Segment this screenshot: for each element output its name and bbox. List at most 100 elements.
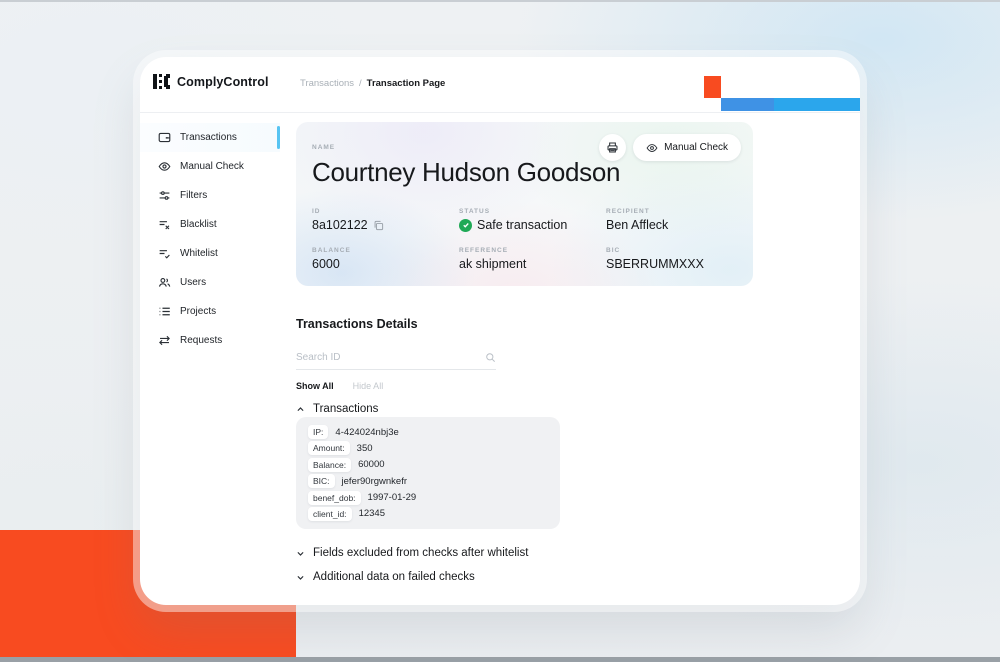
decor-orange-square xyxy=(704,76,721,98)
search-icon[interactable] xyxy=(485,352,496,363)
breadcrumb-current: Transaction Page xyxy=(367,78,446,89)
manual-check-button[interactable]: Manual Check xyxy=(633,134,741,161)
field-reference: REFERENCE ak shipment xyxy=(459,247,606,271)
field-key-pill: Balance: xyxy=(308,458,351,472)
brand-logo[interactable]: ComplyControl xyxy=(153,74,269,89)
field-label: REFERENCE xyxy=(459,247,606,254)
sidebar-item-label: Transactions xyxy=(180,132,237,143)
list-check-icon xyxy=(158,247,171,260)
search-input[interactable] xyxy=(296,345,485,369)
sidebar-item-label: Whitelist xyxy=(180,248,218,259)
section-label: Transactions xyxy=(313,403,378,415)
app-window: ComplyControl Transactions / Transaction… xyxy=(140,57,860,605)
transfer-arrows-icon xyxy=(158,334,171,347)
chevron-down-icon xyxy=(296,573,305,582)
users-icon xyxy=(158,276,171,289)
complycontrol-logo-icon xyxy=(153,74,170,89)
field-value: 6000 xyxy=(312,257,459,271)
field-id: ID 8a102122 xyxy=(312,208,459,232)
transactions-field-list: IP: 4-424024nbj3e Amount: 350 Balance: 6… xyxy=(296,417,560,529)
sidebar-item-label: Users xyxy=(180,277,206,288)
section-transactions[interactable]: Transactions xyxy=(296,403,378,415)
field-label: STATUS xyxy=(459,208,606,215)
sidebar-item-label: Projects xyxy=(180,306,216,317)
list-item: BIC: jefer90rgwnkefr xyxy=(308,474,548,488)
hero-actions: Manual Check xyxy=(599,134,741,161)
transaction-fields-grid: ID 8a102122 STATUS Safe transacti xyxy=(312,208,737,271)
field-value: 1997-01-29 xyxy=(368,492,417,503)
sidebar-item-label: Requests xyxy=(180,335,222,346)
sidebar-item-requests[interactable]: Requests xyxy=(140,326,280,355)
field-recipient: RECIPIENT Ben Affleck xyxy=(606,208,737,232)
list-item: Balance: 60000 xyxy=(308,458,548,472)
show-all-link[interactable]: Show All xyxy=(296,381,334,391)
section-excluded-fields[interactable]: Fields excluded from checks after whitel… xyxy=(296,547,528,559)
copy-id-button[interactable] xyxy=(373,220,384,231)
field-label: BIC xyxy=(606,247,737,254)
decor-blue-bar xyxy=(721,98,860,111)
field-value: 12345 xyxy=(359,508,385,519)
transaction-summary-card: NAME Courtney Hudson Goodson Manual Chec… xyxy=(296,122,753,286)
section-additional-data[interactable]: Additional data on failed checks xyxy=(296,571,475,583)
field-key-pill: benef_dob: xyxy=(308,491,361,505)
sidebar-item-blacklist[interactable]: Blacklist xyxy=(140,210,280,239)
breadcrumb-parent[interactable]: Transactions xyxy=(300,78,354,89)
field-value: 350 xyxy=(357,443,373,454)
eye-icon xyxy=(158,160,171,173)
chevron-up-icon xyxy=(296,405,305,414)
chevron-down-icon xyxy=(296,549,305,558)
field-bic: BIC SBERRUMMXXX xyxy=(606,247,737,271)
field-value: 4-424024nbj3e xyxy=(335,427,398,438)
name-label: NAME xyxy=(312,144,335,151)
sidebar-item-projects[interactable]: Projects xyxy=(140,297,280,326)
field-value: SBERRUMMXXX xyxy=(606,257,737,271)
list-item: IP: 4-424024nbj3e xyxy=(308,425,548,439)
app-header: ComplyControl Transactions / Transaction… xyxy=(140,57,860,113)
list-x-icon xyxy=(158,218,171,231)
copy-icon xyxy=(373,220,384,231)
field-value: jefer90rgwnkefr xyxy=(342,476,407,487)
field-balance: BALANCE 6000 xyxy=(312,247,459,271)
section-label: Fields excluded from checks after whitel… xyxy=(313,547,528,559)
bottom-border-strip xyxy=(0,657,1000,662)
search-field xyxy=(296,345,496,370)
list-icon xyxy=(158,305,171,318)
sidebar-item-users[interactable]: Users xyxy=(140,268,280,297)
sidebar-item-transactions[interactable]: Transactions xyxy=(140,123,280,152)
field-key-pill: BIC: xyxy=(308,474,335,488)
breadcrumb-separator: / xyxy=(359,78,362,89)
sidebar-item-whitelist[interactable]: Whitelist xyxy=(140,239,280,268)
expand-controls: Show All Hide All xyxy=(296,381,383,391)
field-key-pill: client_id: xyxy=(308,507,352,521)
sidebar-item-label: Filters xyxy=(180,190,207,201)
sidebar-item-label: Manual Check xyxy=(180,161,244,172)
hide-all-link[interactable]: Hide All xyxy=(353,381,384,391)
brand-name: ComplyControl xyxy=(177,75,269,89)
top-border-line xyxy=(0,0,1000,2)
field-value: 60000 xyxy=(358,459,384,470)
list-item: client_id: 12345 xyxy=(308,507,548,521)
printer-icon xyxy=(606,141,619,154)
sliders-icon xyxy=(158,189,171,202)
print-button[interactable] xyxy=(599,134,626,161)
wallet-icon xyxy=(158,131,171,144)
field-status: STATUS Safe transaction xyxy=(459,208,606,232)
sidebar-item-filters[interactable]: Filters xyxy=(140,181,280,210)
field-label: ID xyxy=(312,208,459,215)
status-value: Safe transaction xyxy=(477,218,567,232)
sidebar-item-label: Blacklist xyxy=(180,219,217,230)
customer-name: Courtney Hudson Goodson xyxy=(312,158,652,186)
sidebar-item-manual-check[interactable]: Manual Check xyxy=(140,152,280,181)
status-check-icon xyxy=(459,219,472,232)
field-key-pill: Amount: xyxy=(308,441,350,455)
breadcrumb: Transactions / Transaction Page xyxy=(300,78,445,89)
section-label: Additional data on failed checks xyxy=(313,571,475,583)
field-label: BALANCE xyxy=(312,247,459,254)
manual-check-label: Manual Check xyxy=(664,142,728,153)
field-label: RECIPIENT xyxy=(606,208,737,215)
field-key-pill: IP: xyxy=(308,425,328,439)
eye-icon xyxy=(646,142,658,154)
details-title: Transactions Details xyxy=(296,317,418,331)
sidebar: Transactions Manual Check Filters Blackl… xyxy=(140,113,280,355)
list-item: benef_dob: 1997-01-29 xyxy=(308,491,548,505)
